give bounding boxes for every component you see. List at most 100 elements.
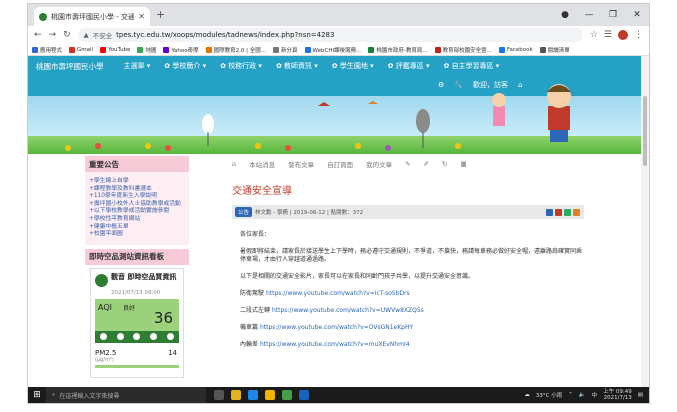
bookmark-item[interactable]: WebCHI課後服務...: [304, 46, 361, 54]
taskbar-search[interactable]: ⌕ 在這裡輸入文字來搜尋: [46, 387, 206, 403]
nav-custom-page[interactable]: 自訂頁面: [327, 159, 353, 169]
pm25-bar: [95, 364, 179, 368]
bookmark-item[interactable]: YouTube: [100, 46, 131, 53]
scroll-thumb[interactable]: [643, 96, 647, 166]
menu-item-main[interactable]: 主選單 ▾: [124, 61, 151, 71]
video-link[interactable]: https://www.youtube.com/watch?v=OVsGN1eK…: [260, 324, 413, 331]
share-icon[interactable]: [573, 208, 580, 216]
ime-indicator[interactable]: 中: [592, 391, 598, 399]
wrench-icon[interactable]: 🔧: [454, 81, 463, 89]
bookmark-item[interactable]: Gmail: [69, 46, 93, 53]
edit-icon[interactable]: ✐: [424, 160, 429, 168]
profile-avatar[interactable]: [618, 30, 628, 40]
volume-icon[interactable]: 🔈: [579, 392, 586, 398]
article-body: 各位家長： 暑假即將結束，請家長於接送學生上下學時，務必遵守交通規則，不爭道，不…: [240, 231, 584, 349]
menu-item-admin[interactable]: ✿ 校務行政 ▾: [220, 61, 262, 71]
nav-my-articles[interactable]: 我的文章: [366, 159, 392, 169]
aqi-station: 觀音 即時空品質資訊: [111, 272, 177, 281]
nav-post[interactable]: 發布文章: [288, 159, 314, 169]
forward-icon[interactable]: →: [49, 30, 57, 40]
new-tab-button[interactable]: +: [156, 8, 165, 21]
line-icon[interactable]: [282, 390, 292, 400]
menu-item-teacher[interactable]: ✿ 教師資訊 ▾: [276, 61, 318, 71]
video-link[interactable]: https://www.youtube.com/watch?v=UWVw8XZQ…: [272, 307, 424, 314]
video-link[interactable]: https://www.youtube.com/watch?v=IcT-soSb…: [266, 290, 410, 297]
user-greeting[interactable]: 歡迎，訪客: [473, 80, 508, 90]
menu-item-student[interactable]: ✿ 學生園地 ▾: [332, 61, 374, 71]
windows-taskbar: ⊞ ⌕ 在這裡輸入文字來搜尋 ☁ 33°C 小雨 ⌃ 🔈 中 上午 09:49 …: [28, 387, 649, 403]
clock[interactable]: 上午 09:49 2021/7/13: [603, 389, 632, 401]
user-bar: ⚙ 🔧 歡迎，訪客 ⌂: [438, 76, 522, 94]
chrome-icon[interactable]: [265, 390, 275, 400]
banner-illustration: [65, 84, 571, 151]
site-navbar: 桃園市壽坪國民小學 主選單 ▾ ✿ 學校簡介 ▾ ✿ 校務行政 ▾ ✿ 教師資訊…: [28, 56, 641, 76]
reload-icon[interactable]: ↻: [63, 30, 71, 40]
bookmark-item[interactable]: 桃園市政府-教育局...: [368, 46, 428, 54]
file-explorer-icon[interactable]: [231, 390, 241, 400]
nav-news[interactable]: 本站消息: [249, 159, 275, 169]
advice-icon: [167, 333, 175, 341]
close-window-icon[interactable]: ✕: [625, 10, 649, 20]
delete-icon[interactable]: [555, 208, 562, 216]
home-icon[interactable]: ⌂: [232, 160, 236, 168]
home-icon[interactable]: ⌂: [518, 81, 522, 89]
bookmark-label: 國際教育2.0 | 全國...: [213, 47, 266, 54]
announcement-link[interactable]: +學生線上自學: [89, 178, 185, 186]
category-badge[interactable]: 公告: [235, 207, 253, 217]
back-icon[interactable]: ←: [34, 30, 42, 40]
profile-dot-icon[interactable]: ●: [553, 10, 577, 20]
wrench-icon[interactable]: ✎: [405, 160, 410, 168]
address-bar[interactable]: ▲ 不安全 tpes.tyc.edu.tw/xoops/modules/tadn…: [77, 28, 583, 42]
bookmark-icon: [539, 46, 546, 53]
refresh-icon[interactable]: ↻: [442, 160, 447, 168]
announcement-label: 健康中樞五單: [93, 223, 129, 230]
browser-toolbar: ← → ↻ ▲ 不安全 tpes.tyc.edu.tw/xoops/module…: [28, 26, 649, 44]
announcement-link[interactable]: +學校性平教育網站: [89, 216, 185, 224]
video-link[interactable]: https://www.youtube.com/watch?v=muXEvNhm…: [260, 341, 410, 348]
notification-icon[interactable]: ▤: [638, 392, 643, 398]
menu-item-about[interactable]: ✿ 學校簡介 ▾: [164, 61, 206, 71]
menu-icon[interactable]: ⋮: [634, 30, 643, 40]
bookmark-item[interactable]: Facebook: [498, 46, 533, 53]
windows-start-icon[interactable]: ⊞: [28, 390, 46, 400]
bookmark-item[interactable]: 應用程式: [32, 46, 62, 54]
bookmark-item[interactable]: 新分頁: [273, 46, 298, 54]
page-scrollbar[interactable]: [641, 56, 649, 387]
browser-tab[interactable]: 桃園市壽坪國民小學 - 交通安全宣 ✕: [34, 7, 150, 26]
minimize-icon[interactable]: —: [577, 10, 601, 20]
close-tab-icon[interactable]: ✕: [138, 12, 145, 21]
announcement-link[interactable]: +110學年度新生入學說明: [89, 193, 185, 201]
edit-icon[interactable]: [564, 208, 571, 216]
bookmark-label: 應用程式: [40, 47, 63, 54]
settings-icon[interactable]: ⚙: [438, 81, 444, 89]
weather-icon[interactable]: ☁: [524, 392, 530, 398]
task-view-icon[interactable]: [214, 390, 224, 400]
print-icon[interactable]: [546, 208, 553, 216]
bookmark-item[interactable]: 閱讀清單: [539, 46, 570, 54]
school-name[interactable]: 桃園市壽坪國民小學: [36, 61, 104, 72]
bookmark-item[interactable]: 地圖: [137, 46, 156, 54]
announcement-link[interactable]: +校園平面圖: [89, 231, 185, 239]
content-area: 重要公告 +學生線上自學 +課程教學及教科書選本 +110學年度新生入學說明 +壽坪國…: [28, 154, 641, 387]
announcement-link[interactable]: +以下學校教學或活動實施參閱: [89, 208, 185, 216]
grid-icon[interactable]: ▦: [461, 160, 467, 168]
word-icon[interactable]: [299, 390, 309, 400]
tray-arrow-icon[interactable]: ⌃: [568, 392, 573, 398]
advice-icon: [99, 333, 107, 341]
bookmark-item[interactable]: 教育部校園安全暨...: [434, 46, 492, 54]
menu-item-evaluation[interactable]: ✿ 評鑑專區 ▾: [388, 61, 430, 71]
maximize-icon[interactable]: ❐: [601, 10, 625, 20]
bookmark-item[interactable]: Yahoo奇摩: [163, 46, 199, 54]
star-icon[interactable]: ☆: [590, 30, 598, 40]
bookmark-icon: [434, 46, 441, 53]
url-text: tpes.tyc.edu.tw/xoops/modules/tadnews/in…: [116, 31, 335, 39]
bookmark-label: YouTube: [108, 46, 131, 53]
article-nav: ⌂ 本站消息 發布文章 自訂頁面 我的文章 ✎ ✐ ↻ ▦: [228, 154, 588, 174]
edge-icon[interactable]: [248, 390, 258, 400]
weather-text[interactable]: 33°C 小雨: [536, 391, 562, 399]
menu-item-selflearn[interactable]: ✿ 自主學習專區 ▾: [443, 61, 499, 71]
pm25-row: PM2.5 14 (μg/m³): [95, 349, 179, 363]
extensions-icon[interactable]: ☰: [604, 30, 612, 40]
bookmark-item[interactable]: 國際教育2.0 | 全國...: [205, 46, 266, 54]
bookmark-icon: [498, 46, 505, 53]
